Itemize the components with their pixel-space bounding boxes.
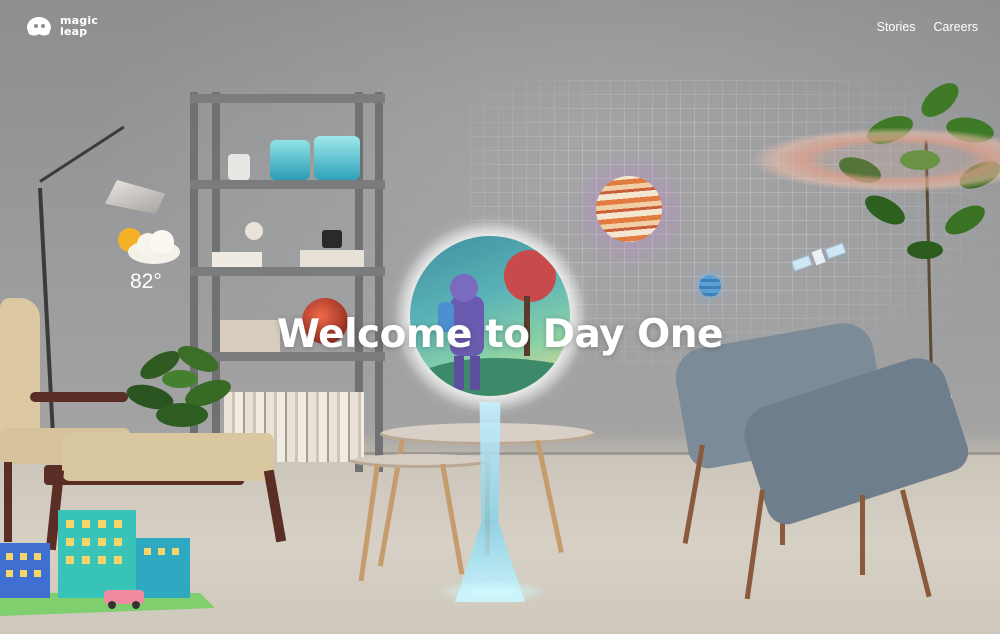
ball (245, 222, 263, 240)
weather-temperature: 82° (130, 270, 162, 293)
fish-tank (270, 140, 310, 180)
side-table-top (350, 454, 490, 468)
book-stack (300, 250, 364, 267)
camera-icon (322, 230, 342, 248)
shelf-board (190, 267, 385, 276)
water-splash (432, 580, 552, 604)
site-header: magic leap Stories Careers (0, 0, 1000, 56)
shelf-board (190, 180, 385, 189)
armchair-arm (30, 392, 128, 402)
chair-leg (860, 495, 865, 575)
city-hologram (0, 510, 215, 616)
ottoman-cushion (62, 433, 274, 481)
planet-icon (699, 275, 721, 297)
nav-link-careers[interactable]: Careers (934, 20, 978, 34)
main-nav: Stories Careers (877, 20, 978, 34)
hero-title: Welcome to Day One (277, 312, 723, 357)
logo[interactable]: magic leap (24, 14, 98, 38)
shelf-board (190, 94, 385, 103)
hero-scene: 82° magic leap Stories Careers Welcome t… (0, 0, 1000, 634)
nav-link-stories[interactable]: Stories (877, 20, 916, 34)
fish-tank (314, 136, 360, 180)
logo-text: magic leap (60, 14, 99, 38)
sun-cloud-icon (118, 228, 180, 264)
jupiter-icon (596, 176, 662, 242)
shelf-post (375, 92, 383, 472)
plant-pot (228, 154, 250, 180)
magic-leap-logo-icon (27, 17, 51, 36)
book-stack (212, 252, 262, 267)
